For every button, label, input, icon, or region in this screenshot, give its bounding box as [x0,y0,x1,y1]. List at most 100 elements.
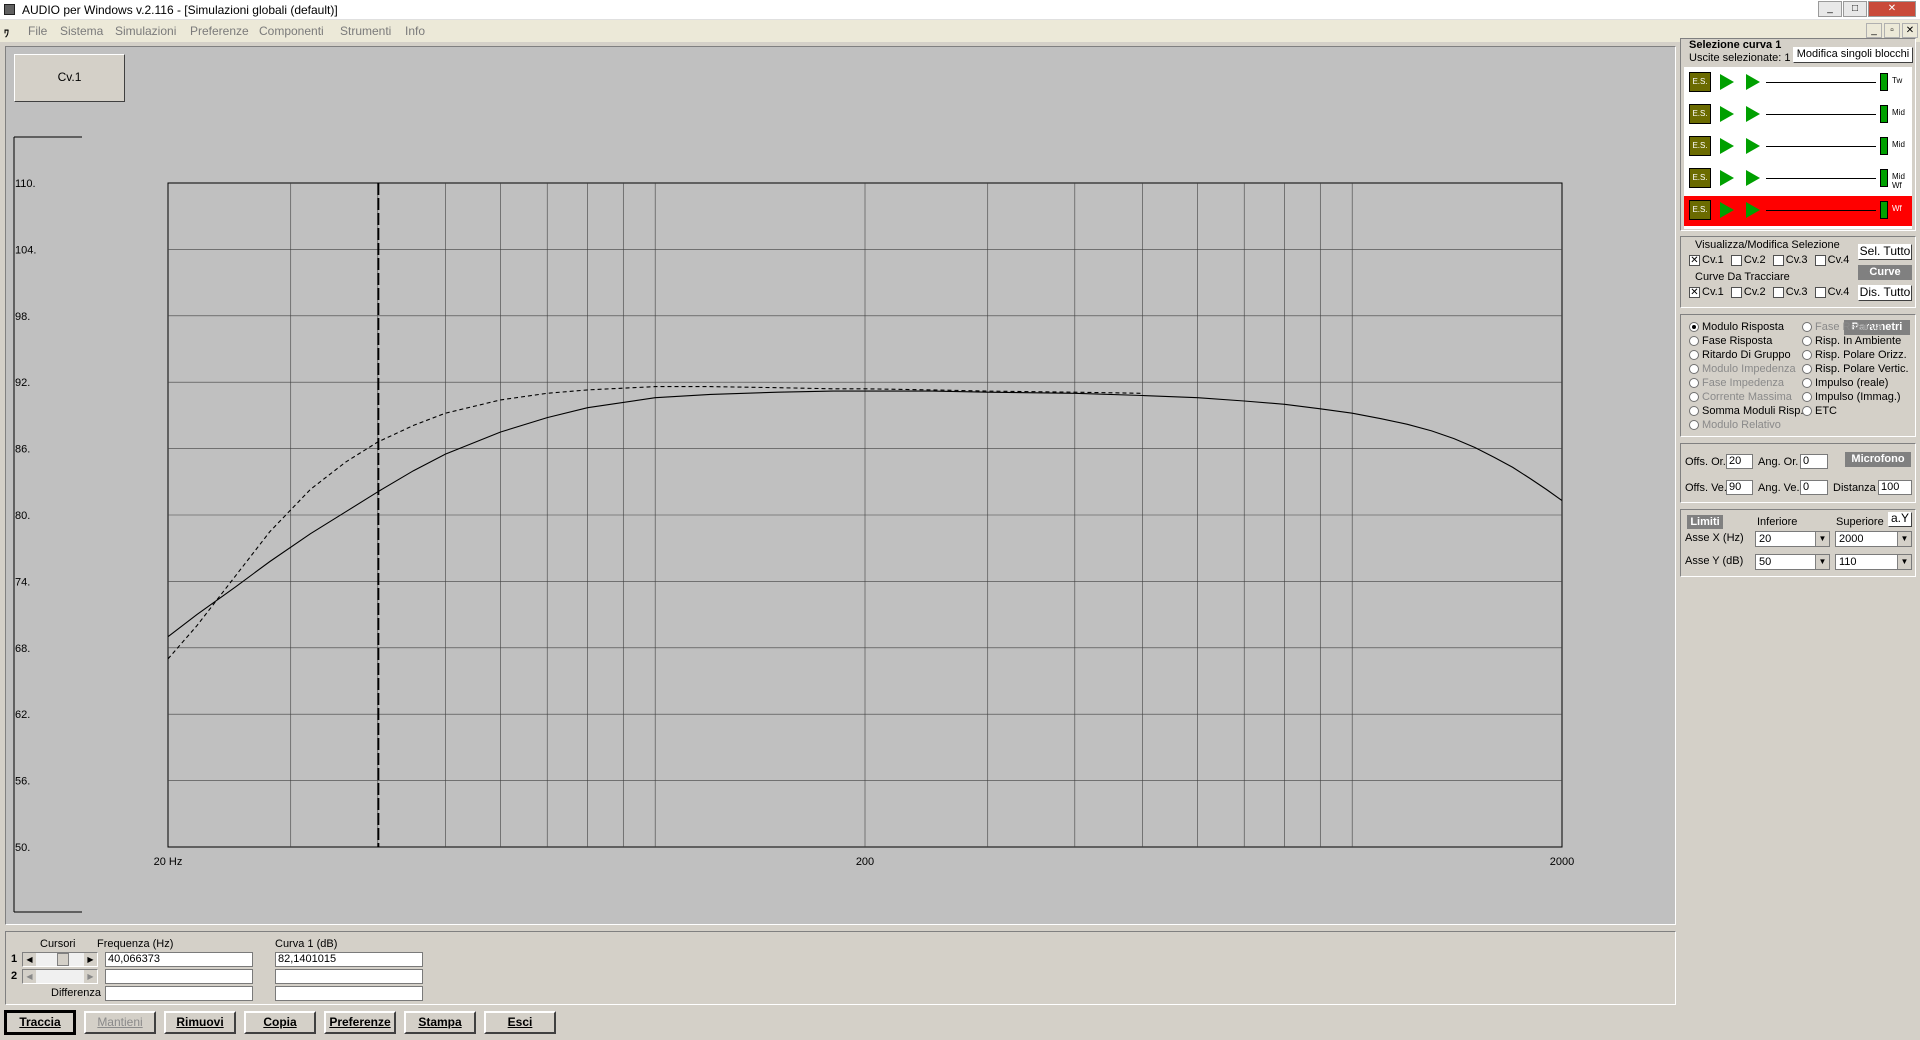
view-cv3-checkbox[interactable] [1772,254,1784,266]
menu-file[interactable]: File [28,24,47,38]
ang-or-input[interactable]: 0 [1800,454,1828,469]
radio-icon[interactable] [1689,378,1699,389]
ang-ve-input[interactable]: 0 [1800,480,1828,495]
mdi-minimize-button[interactable]: _ [1866,23,1882,38]
cursor-1-value[interactable]: 82,1401015 [275,952,423,967]
block-row[interactable]: E.S. Tw [1684,68,1912,98]
param-option[interactable]: Risp. Polare Orizz. [1802,349,1909,363]
mantieni-button[interactable]: Mantieni [84,1011,156,1034]
radio-icon[interactable] [1802,392,1812,403]
chevron-left-icon[interactable]: ◀ [23,970,36,983]
mdi-close-button[interactable]: ✕ [1902,23,1918,38]
radio-icon[interactable] [1689,336,1699,347]
cursor-2-value[interactable] [275,969,423,984]
stampa-button[interactable]: Stampa [404,1011,476,1034]
differenza-value[interactable] [275,986,423,1001]
preferenze-button[interactable]: Preferenze [324,1011,396,1034]
block-row[interactable]: E.S. Wf [1684,196,1912,226]
block-row[interactable]: E.S. Mid [1684,132,1912,162]
block-row[interactable]: E.S. Mid Wf [1684,164,1912,194]
dis-tutto-button[interactable]: Dis. Tutto [1858,285,1912,301]
block-diagram[interactable]: E.S. Tw E.S. Mid E.S. Mid E.S. Mid Wf E.S. Wf [1684,67,1912,229]
chevron-right-icon[interactable]: ▶ [84,953,97,966]
param-option[interactable]: Fase Relativa [1802,321,1909,335]
maximize-button[interactable]: □ [1843,1,1867,17]
menu-sistema[interactable]: Sistema [60,24,103,38]
menu-preferenze[interactable]: Preferenze [190,24,249,38]
y-upper-select[interactable]: 110 ▼ [1835,554,1912,570]
offs-or-input[interactable]: 20 [1726,454,1753,469]
ay-button[interactable]: a.Y [1888,512,1912,527]
param-option[interactable]: Corrente Massima [1689,391,1803,405]
copia-button[interactable]: Copia [244,1011,316,1034]
chevron-down-icon[interactable]: ▼ [1815,532,1829,546]
param-option[interactable]: Risp. Polare Vertic. [1802,363,1909,377]
menu-strumenti[interactable]: Strumenti [340,24,391,38]
view-cv4-checkbox[interactable] [1814,254,1826,266]
params-right-column: Fase Relativa Risp. In Ambiente Risp. Pola… [1802,321,1909,419]
radio-icon[interactable] [1689,392,1699,403]
cursor-1-scrollbar[interactable]: ◀ ▶ [22,952,98,967]
x-tick-label: 2000 [1550,856,1574,868]
document-icon[interactable]: ﾜ [4,25,9,40]
y-lower-select[interactable]: 50 ▼ [1755,554,1830,570]
block-row-label: Wf [1892,204,1902,213]
distanza-input[interactable]: 100 [1878,480,1912,495]
view-cv1-checkbox[interactable]: ✕ [1689,254,1700,266]
menu-componenti[interactable]: Componenti [259,24,324,38]
distanza-label: Distanza [1833,482,1876,494]
param-option[interactable]: Impulso (Immag.) [1802,391,1909,405]
param-option[interactable]: Risp. In Ambiente [1802,335,1909,349]
trace-cv4-checkbox[interactable] [1814,286,1826,298]
cursor-2-scrollbar[interactable]: ◀ ▶ [22,969,98,984]
menu-info[interactable]: Info [405,24,425,38]
x-upper-select[interactable]: 2000 ▼ [1835,531,1912,547]
radio-icon[interactable] [1802,406,1812,417]
param-option[interactable]: Modulo Risposta [1689,321,1803,335]
radio-icon[interactable] [1802,322,1812,333]
radio-icon[interactable] [1689,406,1699,417]
cursor-1-frequency[interactable]: 40,066373 [105,952,253,967]
offs-ve-input[interactable]: 90 [1726,480,1753,495]
param-option[interactable]: Modulo Relativo [1689,419,1803,433]
trace-cv2-checkbox[interactable] [1730,286,1742,298]
chevron-down-icon[interactable]: ▼ [1815,555,1829,569]
chevron-left-icon[interactable]: ◀ [23,953,36,966]
chevron-right-icon[interactable]: ▶ [84,970,97,983]
radio-icon[interactable] [1689,364,1699,375]
radio-icon[interactable] [1802,336,1812,347]
mdi-restore-button[interactable]: ▫ [1884,23,1900,38]
radio-icon[interactable] [1689,420,1699,431]
menu-simulazioni[interactable]: Simulazioni [115,24,176,38]
radio-icon[interactable] [1802,364,1812,375]
scroll-thumb[interactable] [57,953,69,966]
esci-button[interactable]: Esci [484,1011,556,1034]
sel-tutto-button[interactable]: Sel. Tutto [1858,244,1912,260]
param-option[interactable]: Fase Impedenza [1689,377,1803,391]
view-cv2-checkbox[interactable] [1730,254,1742,266]
param-option[interactable]: Ritardo Di Gruppo [1689,349,1803,363]
param-option[interactable]: Somma Moduli Risp. [1689,405,1803,419]
radio-icon[interactable] [1802,350,1812,361]
param-option[interactable]: Fase Risposta [1689,335,1803,349]
param-option[interactable]: Impulso (reale) [1802,377,1909,391]
close-button[interactable]: ✕ [1868,1,1916,17]
modifica-blocchi-button[interactable]: Modifica singoli blocchi [1793,47,1913,63]
rimuovi-button[interactable]: Rimuovi [164,1011,236,1034]
trace-cv3-checkbox[interactable] [1772,286,1784,298]
radio-icon[interactable] [1689,350,1699,361]
traccia-button[interactable]: Traccia [4,1010,76,1035]
superiore-label: Superiore [1836,516,1884,528]
param-option[interactable]: ETC [1802,405,1909,419]
trace-cv1-checkbox[interactable]: ✕ [1689,286,1700,298]
radio-icon[interactable] [1689,322,1699,333]
block-row[interactable]: E.S. Mid [1684,100,1912,130]
chevron-down-icon[interactable]: ▼ [1897,555,1911,569]
radio-icon[interactable] [1802,378,1812,389]
cursor-2-frequency[interactable] [105,969,253,984]
chevron-down-icon[interactable]: ▼ [1897,532,1911,546]
differenza-frequency[interactable] [105,986,253,1001]
param-option[interactable]: Modulo Impedenza [1689,363,1803,377]
x-lower-select[interactable]: 20 ▼ [1755,531,1830,547]
minimize-button[interactable]: _ [1818,1,1842,17]
